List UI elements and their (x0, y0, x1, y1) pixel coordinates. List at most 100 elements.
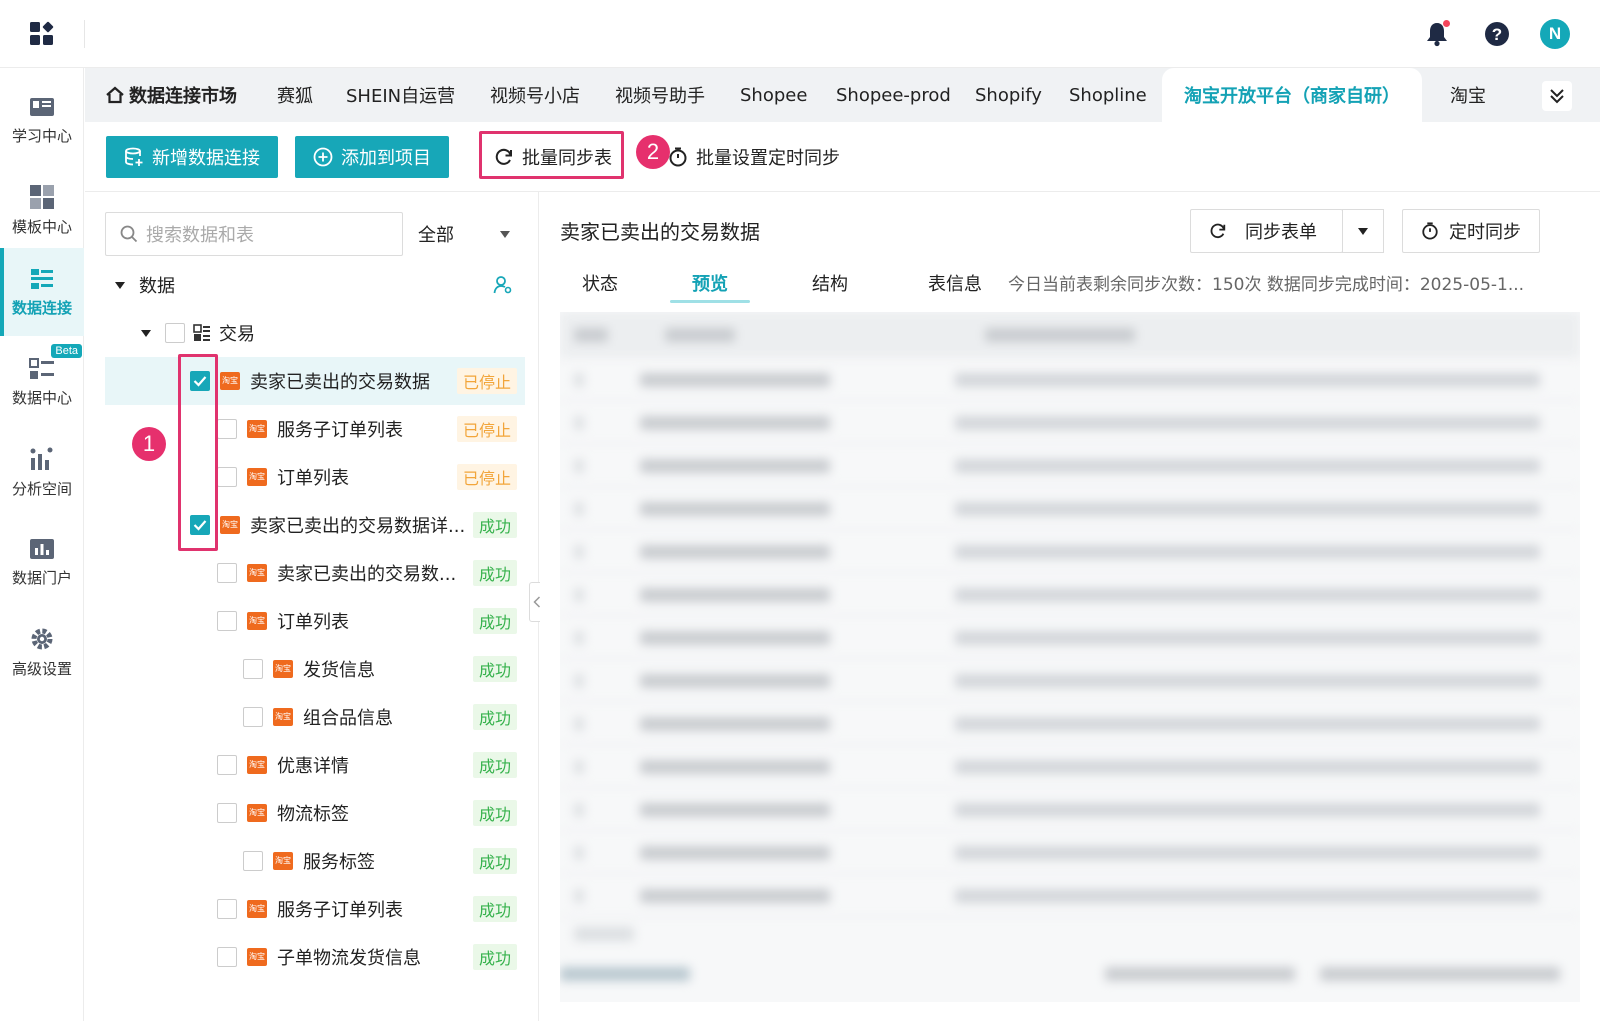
tree-item[interactable]: 淘宝 卖家已卖出的交易数据详... 成功 (105, 501, 525, 549)
nav-analysis-space[interactable]: 分析空间 (0, 428, 84, 516)
plus-circle-icon (313, 147, 333, 167)
status-badge: 成功 (472, 560, 517, 586)
blurred-preview-table (560, 312, 1580, 1002)
tab-shein[interactable]: SHEIN自运营 (346, 68, 455, 122)
taobao-logo-icon: 淘宝 (247, 804, 267, 822)
tab-data-connection-market[interactable]: 数据连接市场 (105, 68, 237, 122)
tab-shipinhao-assistant[interactable]: 视频号助手 (615, 68, 705, 122)
search-input[interactable]: 搜索数据和表 (105, 212, 403, 256)
item-checkbox[interactable] (217, 803, 237, 823)
blurred-row (560, 831, 1580, 874)
status-badge: 成功 (472, 704, 517, 730)
item-checkbox[interactable] (217, 563, 237, 583)
taobao-logo-icon: 淘宝 (220, 372, 240, 390)
nav-data-portal[interactable]: 数据门户 (0, 518, 84, 606)
data-center-icon (29, 357, 54, 379)
table-detail-pane: 卖家已卖出的交易数据 同步表单 定时同步 状态 预览 结构 表信息 今日当前表剩… (540, 192, 1600, 1021)
blurred-row (560, 401, 1580, 444)
tab-shopline[interactable]: Shopline (1069, 68, 1147, 122)
tab-saihu[interactable]: 赛狐 (277, 68, 313, 122)
taobao-logo-icon: 淘宝 (273, 852, 293, 870)
subtab-preview[interactable]: 预览 (692, 270, 728, 296)
tab-shipinhao-store[interactable]: 视频号小店 (490, 68, 580, 122)
nav-data-connection[interactable]: 数据连接 (0, 248, 84, 336)
tab-label: Shopline (1069, 84, 1147, 106)
expand-caret-icon (141, 329, 151, 337)
tree-root-data[interactable]: 数据 (105, 261, 525, 309)
tab-label: Shopee-prod (836, 84, 951, 106)
blurred-content (560, 312, 1580, 1002)
button-label: 批量设置定时同步 (696, 148, 840, 169)
tree-item[interactable]: 淘宝 组合品信息 成功 (105, 693, 525, 741)
blur-block (560, 967, 690, 981)
item-checkbox[interactable] (243, 707, 263, 727)
tab-shopee-prod[interactable]: Shopee-prod (836, 68, 951, 122)
blurred-row (560, 358, 1580, 401)
nav-advanced-settings[interactable]: 高级设置 (0, 608, 84, 696)
tree-item[interactable]: 淘宝 子单物流发货信息 成功 (105, 933, 525, 981)
user-avatar[interactable]: N (1538, 17, 1572, 51)
home-icon (106, 86, 124, 104)
template-icon (30, 184, 54, 209)
help-icon[interactable]: ? (1480, 17, 1514, 51)
status-badge: 成功 (472, 608, 517, 634)
subtab-status[interactable]: 状态 (582, 270, 618, 296)
add-data-connection-button[interactable]: 新增数据连接 (106, 136, 278, 178)
tree-item[interactable]: 淘宝 卖家已卖出的交易数... 成功 (105, 549, 525, 597)
subtab-structure[interactable]: 结构 (812, 270, 848, 296)
item-checkbox[interactable] (217, 611, 237, 631)
tree-item[interactable]: 淘宝 服务子订单列表 已停止 (105, 405, 525, 453)
learning-icon (30, 97, 54, 116)
tab-label: 视频号小店 (490, 86, 580, 107)
item-checkbox[interactable] (243, 659, 263, 679)
sync-options-dropdown[interactable] (1342, 209, 1384, 253)
nav-learning-center[interactable]: 学习中心 (0, 76, 84, 164)
gear-icon (31, 628, 53, 649)
tab-label: SHEIN自运营 (346, 86, 456, 107)
status-badge: 成功 (472, 752, 517, 778)
item-checkbox[interactable] (217, 899, 237, 919)
tab-label: 淘宝开放平台（商家自研） (1184, 86, 1400, 107)
tab-shopee[interactable]: Shopee (740, 68, 807, 122)
nav-template-center[interactable]: 模板中心 (0, 166, 84, 254)
schedule-sync-button[interactable]: 定时同步 (1402, 209, 1540, 253)
batch-schedule-sync-button[interactable]: 批量设置定时同步 (668, 136, 840, 178)
item-checkbox[interactable] (217, 467, 237, 487)
taobao-logo-icon: 淘宝 (220, 516, 240, 534)
nav-data-center[interactable]: Beta 数据中心 (0, 338, 84, 426)
table-info-text: 今日当前表剩余同步次数：150次 数据同步完成时间：2025-05-1... (1008, 275, 1525, 295)
bell-icon[interactable] (1420, 17, 1454, 51)
tabs-more-button[interactable] (1542, 81, 1572, 111)
tab-label: 淘宝 (1450, 86, 1486, 107)
taobao-logo-icon: 淘宝 (247, 612, 267, 630)
tree-item[interactable]: 淘宝 发货信息 成功 (105, 645, 525, 693)
annotation-badge-2: 2 (636, 135, 670, 169)
tab-taobao-open-platform[interactable]: 淘宝开放平台（商家自研） (1162, 68, 1422, 122)
blurred-row (560, 616, 1580, 659)
tree-item[interactable]: 淘宝 服务子订单列表 成功 (105, 885, 525, 933)
tree-item[interactable]: 淘宝 服务标签 成功 (105, 837, 525, 885)
user-setting-icon[interactable] (493, 275, 513, 295)
group-checkbox[interactable] (165, 323, 185, 343)
item-checkbox[interactable] (217, 947, 237, 967)
filter-select[interactable]: 全部 (418, 212, 518, 256)
tab-taobao[interactable]: 淘宝 (1450, 68, 1486, 122)
apps-grid-icon[interactable] (0, 0, 84, 68)
analysis-icon (30, 447, 53, 470)
tree-item[interactable]: 淘宝 订单列表 已停止 (105, 453, 525, 501)
tree-group-trade[interactable]: 交易 (105, 309, 525, 357)
item-checkbox[interactable] (217, 419, 237, 439)
tree-item[interactable]: 淘宝 优惠详情 成功 (105, 741, 525, 789)
sync-table-button[interactable]: 同步表单 (1190, 209, 1343, 253)
nav-label: 学习中心 (11, 126, 72, 145)
tree-item[interactable]: 淘宝 订单列表 成功 (105, 597, 525, 645)
add-to-project-button[interactable]: 添加到项目 (295, 136, 449, 178)
tab-label: 视频号助手 (615, 86, 705, 107)
item-checkbox[interactable] (243, 851, 263, 871)
tree-item[interactable]: 淘宝 卖家已卖出的交易数据 已停止 (105, 357, 525, 405)
tab-shopify[interactable]: Shopify (975, 68, 1042, 122)
tree-item[interactable]: 淘宝 物流标签 成功 (105, 789, 525, 837)
item-checkbox[interactable] (217, 755, 237, 775)
status-badge: 成功 (472, 944, 517, 970)
taobao-logo-icon: 淘宝 (273, 708, 293, 726)
